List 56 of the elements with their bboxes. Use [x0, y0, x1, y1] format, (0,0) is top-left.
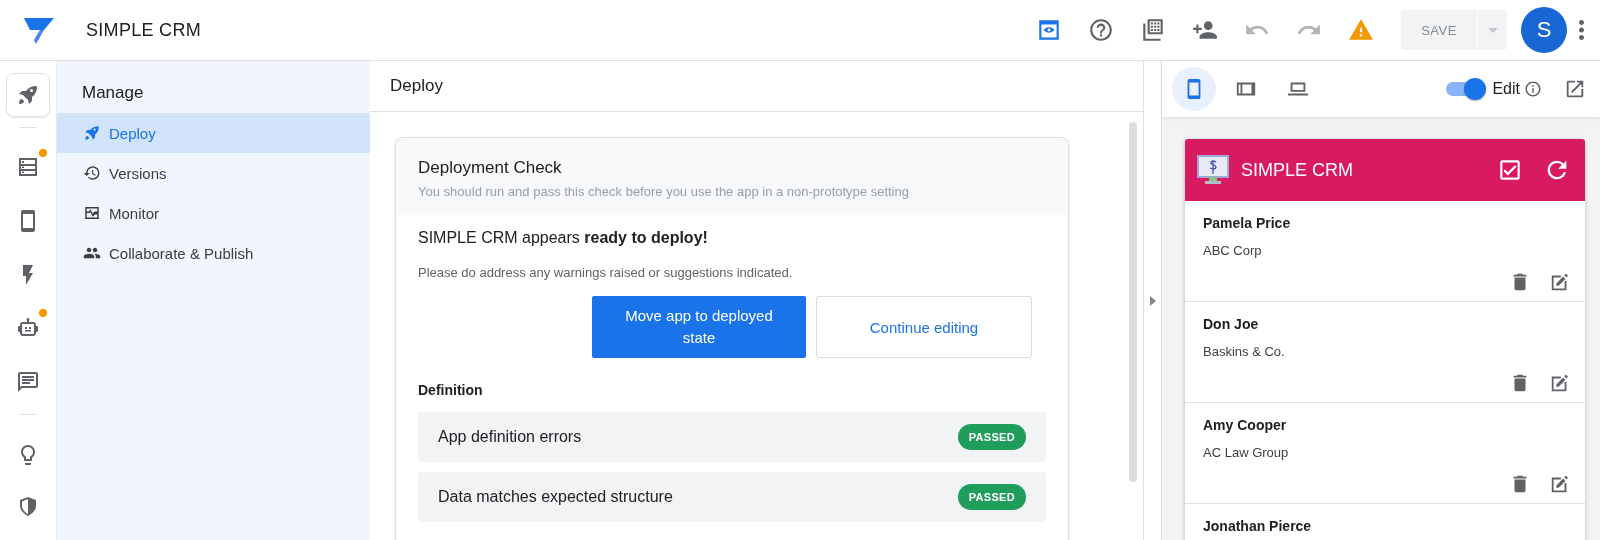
more-icon: [1579, 20, 1584, 40]
info-icon: [1524, 80, 1542, 98]
user-avatar[interactable]: S: [1521, 7, 1567, 53]
monitor-icon: [83, 204, 101, 222]
device-button[interactable]: [1172, 67, 1216, 111]
deploy-button[interactable]: Move app to deployed state: [592, 296, 806, 358]
check-label: Data matches expected structure: [438, 488, 673, 506]
sidebar-item[interactable]: Collaborate & Publish: [57, 233, 370, 273]
continue-editing-button[interactable]: Continue editing: [816, 296, 1032, 358]
monitor-dollar-icon: [1197, 155, 1229, 185]
company-name: AC Law Group: [1203, 445, 1290, 460]
note-text: Please do address any warnings raised or suggestions indicated.: [418, 265, 794, 280]
company-name: Baskins & Co.: [1203, 344, 1286, 359]
scrollbar[interactable]: [1129, 122, 1137, 482]
rail-button[interactable]: [6, 73, 50, 117]
app-name: SIMPLE CRM: [86, 19, 202, 41]
edit-toggle[interactable]: [1446, 77, 1487, 101]
open-new-window-button[interactable]: [1564, 78, 1586, 100]
sidebar-title: Manage: [81, 82, 145, 104]
section-heading: Definition: [418, 382, 484, 398]
open-new-window-icon: [1564, 78, 1586, 100]
edit-icon: [1549, 473, 1571, 495]
edit-button[interactable]: [1549, 473, 1571, 495]
status-pill: PASSED: [957, 424, 1026, 450]
history-icon: [83, 164, 101, 182]
contact-name[interactable]: Pamela Price: [1203, 215, 1571, 231]
edit-icon: [1549, 271, 1571, 293]
help-icon: [1088, 17, 1114, 43]
status-pill: PASSED: [957, 484, 1026, 510]
sidebar-item[interactable]: Monitor: [57, 193, 370, 233]
page-title: Deploy: [370, 61, 1143, 112]
edit-button[interactable]: [1549, 372, 1571, 394]
more-button[interactable]: [1579, 20, 1584, 40]
caret-icon: [1487, 27, 1498, 33]
contact-name[interactable]: Jonathan Pierce: [1203, 518, 1571, 534]
preview-icon: [1036, 17, 1062, 43]
card-subtitle: You should run and pass this check before you use the app in a non-prototype setting: [418, 184, 910, 199]
checkbox-icon: [1497, 157, 1523, 183]
edit-icon: [1549, 372, 1571, 394]
grid-icon: [1140, 17, 1166, 43]
card-title: Deployment Check: [418, 158, 563, 178]
check-label: App definition errors: [438, 428, 582, 446]
chat-icon: [16, 369, 40, 394]
select-button[interactable]: [1497, 157, 1523, 183]
status-message: SIMPLE CRM appears ready to deploy!: [418, 229, 709, 247]
contact-name[interactable]: Amy Cooper: [1203, 417, 1571, 433]
rocket-icon: [83, 124, 101, 142]
sidebar-item[interactable]: Deploy: [57, 113, 370, 153]
expand-arrow-icon: [1149, 295, 1156, 306]
warning-icon: [1348, 17, 1374, 43]
contact-name[interactable]: Don Joe: [1203, 316, 1571, 332]
app-title: SIMPLE CRM: [1241, 159, 1355, 181]
edit-button[interactable]: [1549, 271, 1571, 293]
sidebar-item[interactable]: Versions: [57, 153, 370, 193]
edit-label: Edit: [1492, 80, 1520, 98]
company-name: ABC Corp: [1203, 243, 1263, 258]
